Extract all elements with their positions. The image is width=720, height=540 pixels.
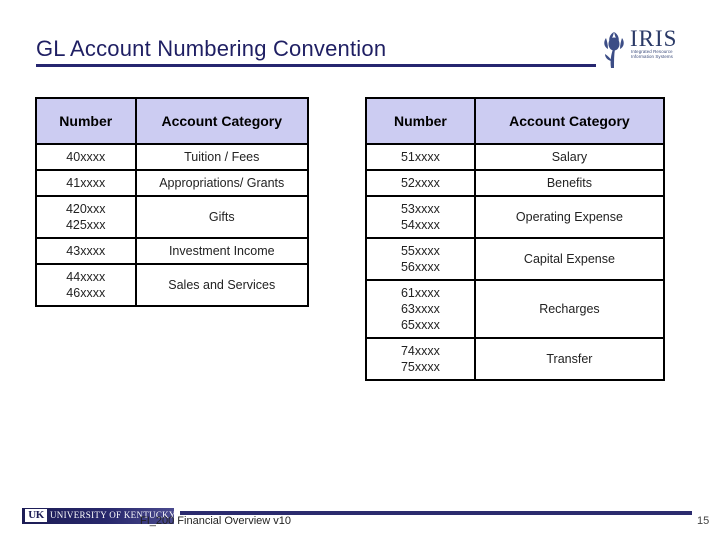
table-row: 52xxxx Benefits xyxy=(365,169,666,197)
cell-account-category: Investment Income xyxy=(134,237,310,265)
table-row: 61xxxx 63xxxx 65xxxx Recharges xyxy=(365,279,666,339)
column-header-number: Number xyxy=(365,97,476,145)
column-header-account-category: Account Category xyxy=(473,97,666,145)
cell-account-number: 55xxxx 56xxxx xyxy=(365,237,476,281)
cell-account-category: Salary xyxy=(473,143,666,171)
cell-account-number: 74xxxx 75xxxx xyxy=(365,337,476,381)
table-header-row: Number Account Category xyxy=(365,97,666,145)
cell-account-category: Sales and Services xyxy=(134,263,310,307)
table-row: 420xxx 425xxx Gifts xyxy=(35,195,310,239)
cell-account-number: 420xxx 425xxx xyxy=(35,195,137,239)
cell-account-category: Operating Expense xyxy=(473,195,666,239)
iris-flower-icon xyxy=(604,32,624,68)
title-underline-rule xyxy=(36,64,596,67)
column-header-account-category: Account Category xyxy=(134,97,310,145)
revenue-accounts-table: Number Account Category 40xxxx Tuition / … xyxy=(35,97,310,307)
cell-account-number: 40xxxx xyxy=(35,143,137,171)
cell-account-number: 52xxxx xyxy=(365,169,476,197)
cell-account-number: 53xxxx 54xxxx xyxy=(365,195,476,239)
cell-account-number: 41xxxx xyxy=(35,169,137,197)
cell-account-category: Appropriations/ Grants xyxy=(134,169,310,197)
page-number: 15 xyxy=(697,515,710,527)
table-row: 43xxxx Investment Income xyxy=(35,237,310,265)
table-row: 74xxxx 75xxxx Transfer xyxy=(365,337,666,381)
expense-accounts-table: Number Account Category 51xxxx Salary 52xx… xyxy=(365,97,666,381)
cell-account-number: 61xxxx 63xxxx 65xxxx xyxy=(365,279,476,339)
cell-account-category: Gifts xyxy=(134,195,310,239)
table-row: 44xxxx 46xxxx Sales and Services xyxy=(35,263,310,307)
page-title: GL Account Numbering Convention xyxy=(36,36,387,61)
iris-subtitle: Integrated Resource Information Systems xyxy=(631,49,673,60)
column-header-number: Number xyxy=(35,97,137,145)
table-row: 40xxxx Tuition / Fees xyxy=(35,143,310,171)
table-row: 55xxxx 56xxxx Capital Expense xyxy=(365,237,666,281)
cell-account-number: 44xxxx 46xxxx xyxy=(35,263,137,307)
table-row: 53xxxx 54xxxx Operating Expense xyxy=(365,195,666,239)
cell-account-category: Tuition / Fees xyxy=(134,143,310,171)
footer-course-label: FI_200 Financial Overview v10 xyxy=(140,515,292,527)
cell-account-category: Capital Expense xyxy=(473,237,666,281)
uk-monogram: UK xyxy=(25,509,47,522)
cell-account-category: Benefits xyxy=(473,169,666,197)
cell-account-category: Recharges xyxy=(473,279,666,339)
cell-account-category: Transfer xyxy=(473,337,666,381)
cell-account-number: 51xxxx xyxy=(365,143,476,171)
table-header-row: Number Account Category xyxy=(35,97,310,145)
cell-account-number: 43xxxx xyxy=(35,237,137,265)
table-row: 51xxxx Salary xyxy=(365,143,666,171)
table-row: 41xxxx Appropriations/ Grants xyxy=(35,169,310,197)
iris-logo: IRIS Integrated Resource Information Sys… xyxy=(600,26,696,70)
